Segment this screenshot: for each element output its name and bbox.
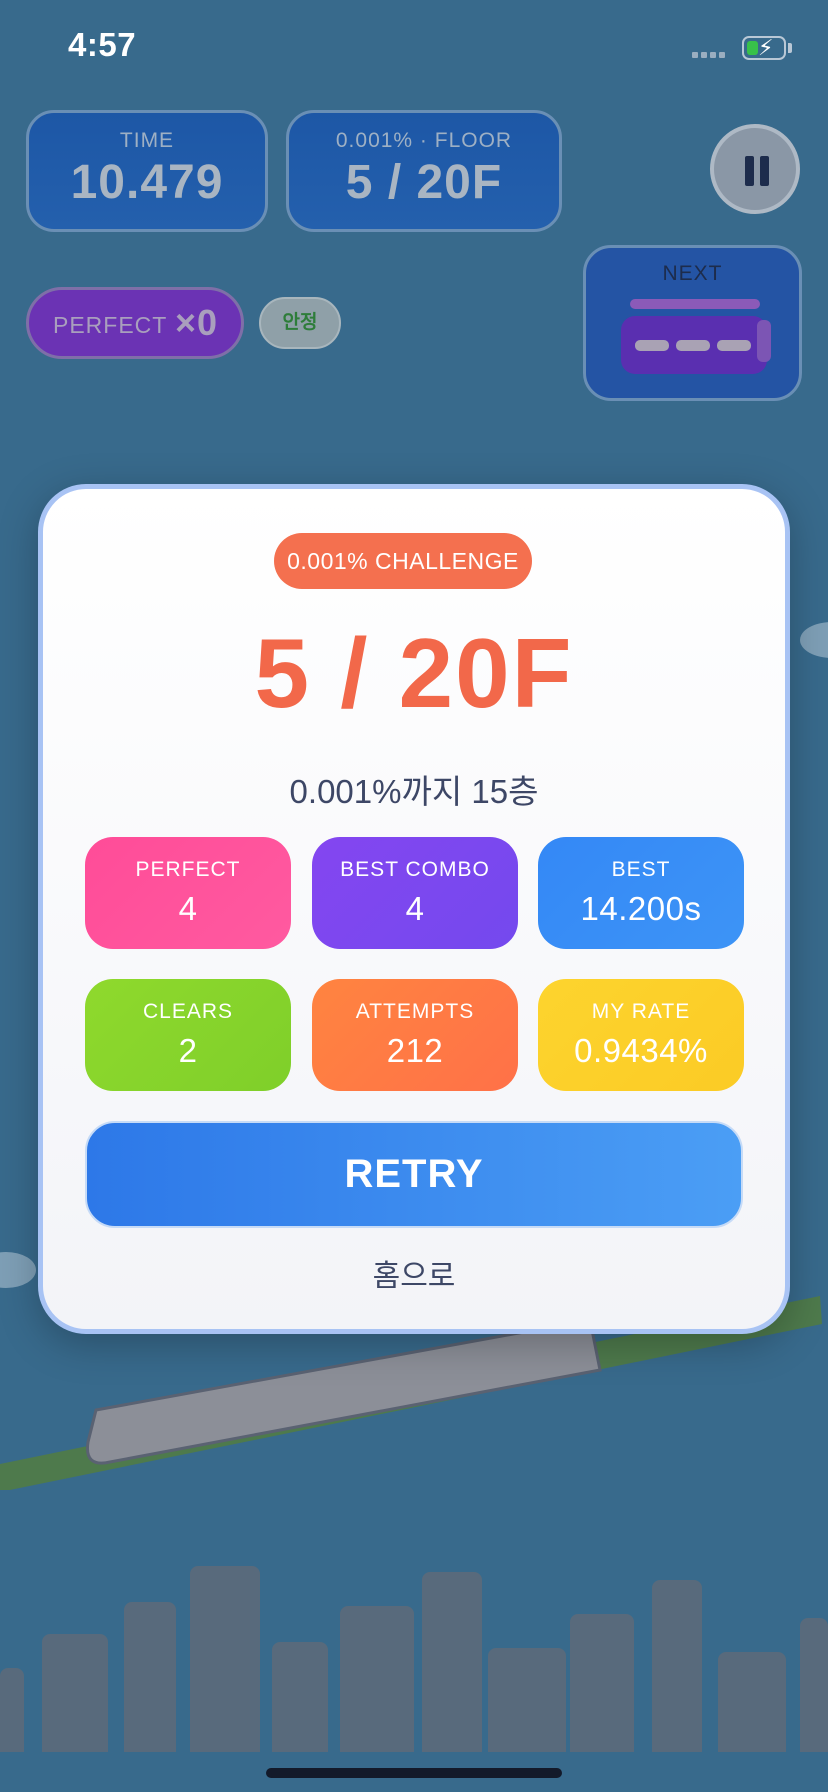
perfect-combo-count: ×0 xyxy=(175,302,219,343)
stat-label: BEST COMBO xyxy=(340,858,490,881)
home-indicator[interactable] xyxy=(266,1768,562,1778)
stat-value: 4 xyxy=(405,890,425,927)
stat-value: 2 xyxy=(178,1032,198,1069)
perfect-combo-pill: PERFECT ×0 xyxy=(26,287,244,359)
floor-value: 5 / 20F xyxy=(345,156,503,209)
result-modal: 0.001% CHALLENGE 5 / 20F 0.001%까지 15층 PE… xyxy=(38,484,790,1334)
stat-card-clears: CLEARS 2 xyxy=(85,979,291,1091)
skyline-building xyxy=(0,1668,24,1752)
next-block-preview: NEXT xyxy=(583,245,802,401)
retry-button[interactable]: RETRY xyxy=(85,1121,743,1228)
challenge-badge: 0.001% CHALLENGE xyxy=(274,533,532,589)
home-button[interactable]: 홈으로 xyxy=(43,1251,785,1295)
skyline-building xyxy=(718,1652,786,1752)
perfect-combo-label: PERFECT xyxy=(53,312,168,338)
stat-card-attempts: ATTEMPTS 212 xyxy=(312,979,518,1091)
stat-value: 14.200s xyxy=(580,890,702,927)
skyline-building xyxy=(190,1566,260,1752)
skyline-building xyxy=(422,1572,482,1752)
next-piece-block xyxy=(621,316,767,374)
skyline-building xyxy=(652,1580,702,1752)
stat-value: 212 xyxy=(386,1032,444,1069)
stat-label: MY RATE xyxy=(591,1000,691,1023)
pause-icon xyxy=(745,156,754,186)
stat-value: 0.9434% xyxy=(574,1032,708,1069)
skyline-building xyxy=(124,1602,176,1752)
floor-label: 0.001% · FLOOR xyxy=(335,129,513,152)
time-value: 10.479 xyxy=(70,156,224,209)
skyline-building xyxy=(42,1634,108,1752)
stat-card-best-combo: BEST COMBO 4 xyxy=(312,837,518,949)
stat-card-best: BEST 14.200s xyxy=(538,837,744,949)
pause-button[interactable] xyxy=(710,124,800,214)
status-time: 4:57 xyxy=(68,26,137,63)
skyline-building xyxy=(570,1614,634,1752)
pause-icon xyxy=(760,156,769,186)
cellular-signal-icon xyxy=(692,52,730,60)
floors-remaining: 0.001%까지 15층 xyxy=(289,773,539,810)
next-label: NEXT xyxy=(662,262,723,285)
next-piece-top-bar xyxy=(630,299,760,309)
time-card: TIME 10.479 xyxy=(26,110,268,232)
cloud-left xyxy=(0,1252,36,1288)
stat-value: 4 xyxy=(178,890,198,927)
result-floor: 5 / 20F xyxy=(254,618,574,728)
skyline-building xyxy=(488,1648,566,1752)
cloud-right xyxy=(800,622,828,658)
next-piece-tab xyxy=(757,320,771,362)
battery-cap xyxy=(788,43,792,53)
stat-label: ATTEMPTS xyxy=(355,1000,475,1023)
time-label: TIME xyxy=(119,129,175,152)
skyline-building xyxy=(340,1606,414,1752)
stat-card-my-rate: MY RATE 0.9434% xyxy=(538,979,744,1091)
stability-chip: 안정 xyxy=(259,297,341,349)
skyline-building xyxy=(272,1642,328,1752)
stat-label: PERFECT xyxy=(135,858,241,881)
floor-card: 0.001% · FLOOR 5 / 20F xyxy=(286,110,562,232)
stat-label: CLEARS xyxy=(142,1000,234,1023)
stat-card-perfect: PERFECT 4 xyxy=(85,837,291,949)
battery-icon: ⚡ xyxy=(742,35,786,60)
stat-label: BEST xyxy=(611,858,671,881)
skyline-building xyxy=(800,1618,828,1752)
